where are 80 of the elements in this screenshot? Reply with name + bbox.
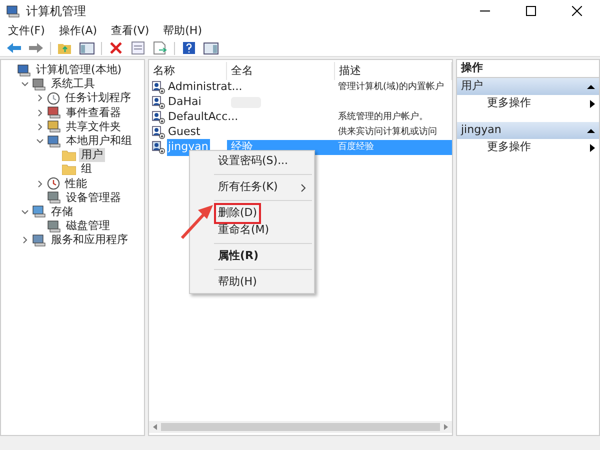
tree-item[interactable]: 服务和应用程序 [49, 233, 130, 248]
pane-icon[interactable] [77, 40, 97, 56]
device-icon [47, 191, 61, 204]
action-item[interactable]: 更多操作 [487, 95, 531, 112]
scroll-right-icon[interactable] [442, 423, 450, 431]
tree-item[interactable]: 用户 [79, 148, 105, 162]
tree-item[interactable]: 系统工具 [49, 77, 97, 92]
maximize-icon [526, 6, 536, 16]
tree-item[interactable]: 计算机管理(本地) [34, 63, 124, 78]
tree-item[interactable]: 磁盘管理 [64, 219, 112, 234]
table-cell-text: Guest [167, 124, 202, 140]
computer-icon [17, 64, 31, 77]
folder-icon [62, 149, 76, 162]
table-cell-text: 百度经验 [338, 140, 374, 154]
event-log-icon [47, 106, 61, 120]
table-cell-text: DaHai [167, 94, 202, 110]
table-cell-text: DefaultAcc... [167, 109, 240, 126]
menu-item[interactable]: 查看(V) [111, 22, 150, 40]
tools-icon [32, 78, 46, 91]
collapse-icon[interactable] [587, 128, 595, 134]
tree-item[interactable]: 性能 [63, 176, 89, 191]
tree-item[interactable]: 本地用户和组 [64, 134, 134, 148]
table-cell-text: 管理计算机(域)的内置帐户 [338, 80, 444, 94]
column-header[interactable]: 全名 [227, 62, 335, 80]
menu-item[interactable]: 帮助(H) [163, 22, 202, 40]
computer-management-icon [6, 4, 20, 18]
action-section-title: 用户 [461, 78, 483, 94]
column-header[interactable]: 描述 [335, 62, 452, 80]
context-menu-item[interactable]: 删除(D) [214, 203, 262, 224]
list-row[interactable]: Administrat... 管理计算机(域)的内置帐户 [149, 80, 452, 95]
shared-folder-icon [47, 120, 61, 134]
storage-icon [32, 205, 46, 218]
disk-icon [47, 220, 61, 233]
list-row[interactable]: DefaultAcc... 系统管理的用户帐户。 [149, 110, 452, 125]
user-account-icon [152, 96, 165, 109]
action-item[interactable]: 更多操作 [487, 139, 531, 156]
close-icon [572, 6, 582, 16]
annotation-arrow [180, 204, 214, 240]
list-row[interactable]: DaHai [149, 95, 452, 110]
table-cell-text: 系统管理的用户帐户。 [338, 110, 428, 124]
menu-item[interactable]: 操作(A) [58, 22, 98, 40]
action-section-header[interactable]: 用户 [457, 78, 599, 95]
users-icon [47, 134, 61, 148]
user-account-icon [152, 126, 165, 139]
submenu-arrow-icon [590, 100, 595, 108]
tree-item[interactable]: 任务计划程序 [63, 91, 133, 106]
context-menu-item[interactable]: 属性(R) [214, 246, 263, 267]
tree-item[interactable]: 事件查看器 [64, 106, 123, 120]
menu-item[interactable]: 文件(F) [8, 22, 45, 40]
column-header[interactable]: 名称 [149, 62, 227, 80]
submenu-arrow-icon [590, 144, 595, 152]
tree-item[interactable]: 共享文件夹 [64, 120, 123, 134]
window-title: 计算机管理 [26, 3, 86, 20]
pane-icon[interactable] [201, 40, 221, 56]
context-menu-item[interactable]: 帮助(H) [214, 272, 261, 293]
tree-item[interactable]: 存储 [49, 204, 75, 219]
chevron-right-icon[interactable] [20, 236, 28, 244]
services-icon [32, 234, 46, 247]
table-cell-text: Administrat... [167, 79, 244, 96]
scroll-left-icon[interactable] [151, 423, 159, 431]
action-section-header[interactable]: jingyan [457, 122, 599, 139]
collapse-icon[interactable] [587, 84, 595, 90]
chevron-down-icon[interactable] [20, 208, 28, 216]
table-cell-text: 供来宾访问计算机或访问 [338, 126, 437, 139]
action-section-title: jingyan [461, 122, 502, 138]
chevron-right-icon[interactable] [36, 180, 44, 188]
chevron-down-icon[interactable] [36, 137, 44, 146]
folder-icon [62, 163, 76, 176]
performance-icon [47, 177, 60, 190]
user-account-icon [152, 141, 165, 154]
scroll-thumb[interactable] [161, 423, 440, 431]
context-menu-item[interactable]: 所有任务(K) [214, 177, 282, 198]
user-account-icon [152, 111, 165, 124]
user-account-icon [152, 81, 165, 94]
clock-icon [47, 92, 60, 105]
tree-item[interactable]: 设备管理器 [64, 190, 123, 205]
horizontal-scrollbar[interactable] [149, 421, 452, 433]
chevron-down-icon[interactable] [20, 80, 28, 88]
list-row[interactable]: Guest 供来宾访问计算机或访问 [149, 125, 452, 140]
tree-item[interactable]: 组 [79, 162, 94, 176]
